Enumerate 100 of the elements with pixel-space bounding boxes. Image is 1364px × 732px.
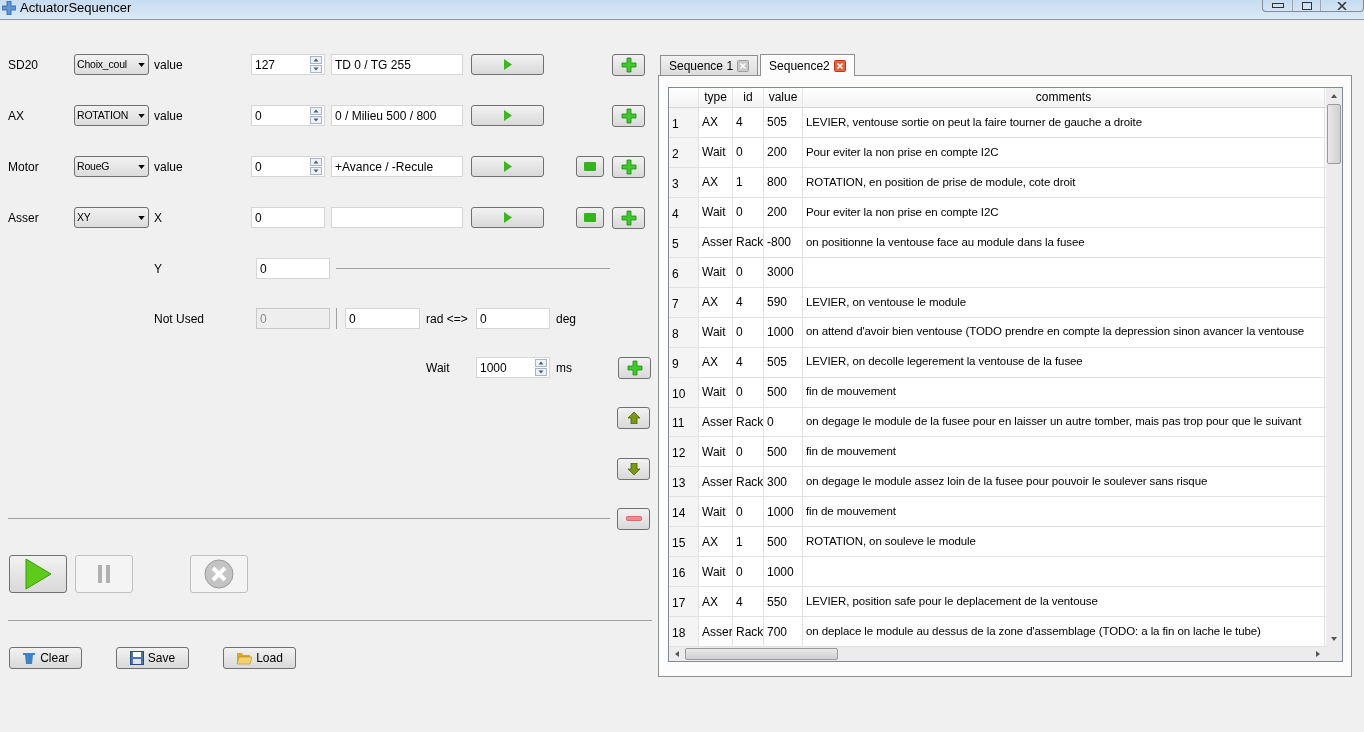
row-header[interactable]: 15 [669, 527, 699, 557]
table-cell-text: LEVIER, position safe pour le deplacement de la ventouse [806, 594, 1098, 610]
field-label: value [154, 108, 183, 123]
field-label: deg [556, 310, 577, 328]
row-header[interactable]: 6 [669, 257, 699, 287]
column-header[interactable]: id [733, 88, 764, 107]
row-header[interactable]: 12 [669, 437, 699, 467]
hint-field[interactable]: TD 0 / TG 255 [331, 54, 463, 75]
hint-field[interactable]: 0 / Milieu 500 / 800 [331, 105, 463, 126]
row-header[interactable]: 8 [669, 317, 699, 347]
stop-button[interactable] [576, 156, 604, 177]
table-cell-text: 200 [767, 144, 788, 162]
dropdown[interactable]: Choix_coul [74, 54, 149, 75]
run-button[interactable] [471, 156, 544, 177]
cancel-icon [204, 559, 234, 589]
table-cell-text: ROTATION, on souleve le module [806, 534, 976, 550]
stop-button[interactable] [576, 207, 604, 228]
table-cell-text: Rack [736, 234, 763, 252]
table-cell-text: 0 [736, 503, 743, 521]
move-up-button[interactable] [617, 406, 650, 429]
stop-icon [584, 213, 596, 222]
row-header[interactable]: 3 [669, 167, 699, 197]
clear-button[interactable]: Clear [9, 646, 82, 669]
column-header[interactable]: value [764, 88, 803, 107]
row-header[interactable]: 1 [669, 107, 699, 137]
field-label: Y [154, 261, 162, 276]
value-field[interactable]: 0 [256, 258, 330, 279]
table-cell-text: AX [702, 174, 718, 192]
column-header[interactable]: comments [803, 88, 1325, 107]
add-button[interactable] [612, 155, 645, 178]
row-header[interactable]: 10 [669, 377, 699, 407]
plus-icon [620, 209, 637, 226]
run-button[interactable] [471, 207, 544, 228]
table-cell-text: Asser [702, 623, 732, 641]
vertical-scrollbar[interactable] [1326, 88, 1342, 647]
table-cell-text: Wait [702, 503, 726, 521]
row-header[interactable]: 7 [669, 287, 699, 317]
close-icon[interactable] [833, 59, 846, 72]
add-button[interactable] [618, 356, 651, 379]
hint-field[interactable]: +Avance / -Recule [331, 156, 463, 177]
table-cell-text: Wait [702, 264, 726, 282]
load-button[interactable]: Load [223, 646, 296, 669]
folder-icon [236, 650, 253, 665]
scrollbar-thumb[interactable] [1327, 104, 1341, 164]
play-button[interactable] [9, 555, 67, 593]
row-header[interactable]: 4 [669, 197, 699, 227]
row-header[interactable]: 5 [669, 227, 699, 257]
row-header[interactable]: 11 [669, 407, 699, 437]
add-button[interactable] [612, 53, 645, 76]
value-field[interactable]: 0 [251, 207, 325, 228]
dropdown[interactable]: RoueG [74, 156, 149, 177]
table-cell-text: 0 [736, 144, 743, 162]
tab[interactable]: Sequence 1 [660, 55, 759, 75]
table-cell-text: Rack [736, 473, 763, 491]
row-header[interactable]: 9 [669, 347, 699, 377]
minus-icon [625, 516, 642, 521]
caret-icon [138, 215, 145, 220]
table-cell-text: 0 [736, 264, 743, 282]
plus-icon [620, 158, 637, 175]
tab[interactable]: Sequence2 [760, 54, 855, 76]
table-cell-text: -800 [767, 234, 792, 252]
field-label: ms [556, 360, 572, 375]
scrollbar-thumb[interactable] [685, 648, 838, 660]
dropdown[interactable]: XY [74, 207, 149, 228]
table-cell-text: 3000 [767, 264, 794, 282]
table-cell-text: 500 [767, 443, 788, 461]
table-cell-text: Wait [702, 443, 726, 461]
table-cell-text: LEVIER, on ventouse le module [806, 294, 967, 310]
move-down-button[interactable] [617, 457, 650, 480]
row-header[interactable]: 17 [669, 587, 699, 617]
row-header[interactable]: 14 [669, 497, 699, 527]
row-header[interactable]: 2 [669, 137, 699, 167]
hint-field[interactable] [331, 207, 463, 228]
app-icon [2, 0, 16, 15]
field-label: rad <=> [426, 311, 468, 326]
table-cell-text: Wait [702, 384, 726, 401]
table-cell-text: 0 [736, 204, 743, 222]
table-cell-text: on degage le module de la fusee pour en laisser un autre tomber, mais pas trop pour que le suivant [806, 414, 1302, 430]
run-button[interactable] [471, 105, 544, 126]
table-cell-text: Wait [702, 563, 726, 581]
remove-button[interactable] [617, 507, 650, 530]
dropdown[interactable]: ROTATION [74, 105, 149, 126]
actuator-label: Motor [8, 159, 39, 174]
add-button[interactable] [612, 206, 645, 229]
table-cell-text: 300 [767, 473, 788, 491]
save-button[interactable]: Save [116, 646, 189, 669]
horizontal-scrollbar[interactable] [669, 647, 1342, 661]
table-cell-text: LEVIER, on decolle legerement la ventouse de la fusee [806, 354, 1083, 370]
plus-icon [620, 107, 637, 124]
add-button[interactable] [612, 104, 645, 127]
plus-icon [626, 359, 643, 376]
run-button[interactable] [471, 54, 544, 75]
close-icon[interactable] [737, 59, 750, 72]
row-header[interactable]: 18 [669, 617, 699, 647]
row-header[interactable]: 16 [669, 557, 699, 587]
row-header[interactable]: 13 [669, 467, 699, 497]
actuator-label: Asser [8, 210, 39, 225]
table-cell-text: 4 [736, 294, 743, 312]
table-cell-text: Rack [736, 413, 763, 431]
column-header[interactable]: type [699, 88, 733, 107]
